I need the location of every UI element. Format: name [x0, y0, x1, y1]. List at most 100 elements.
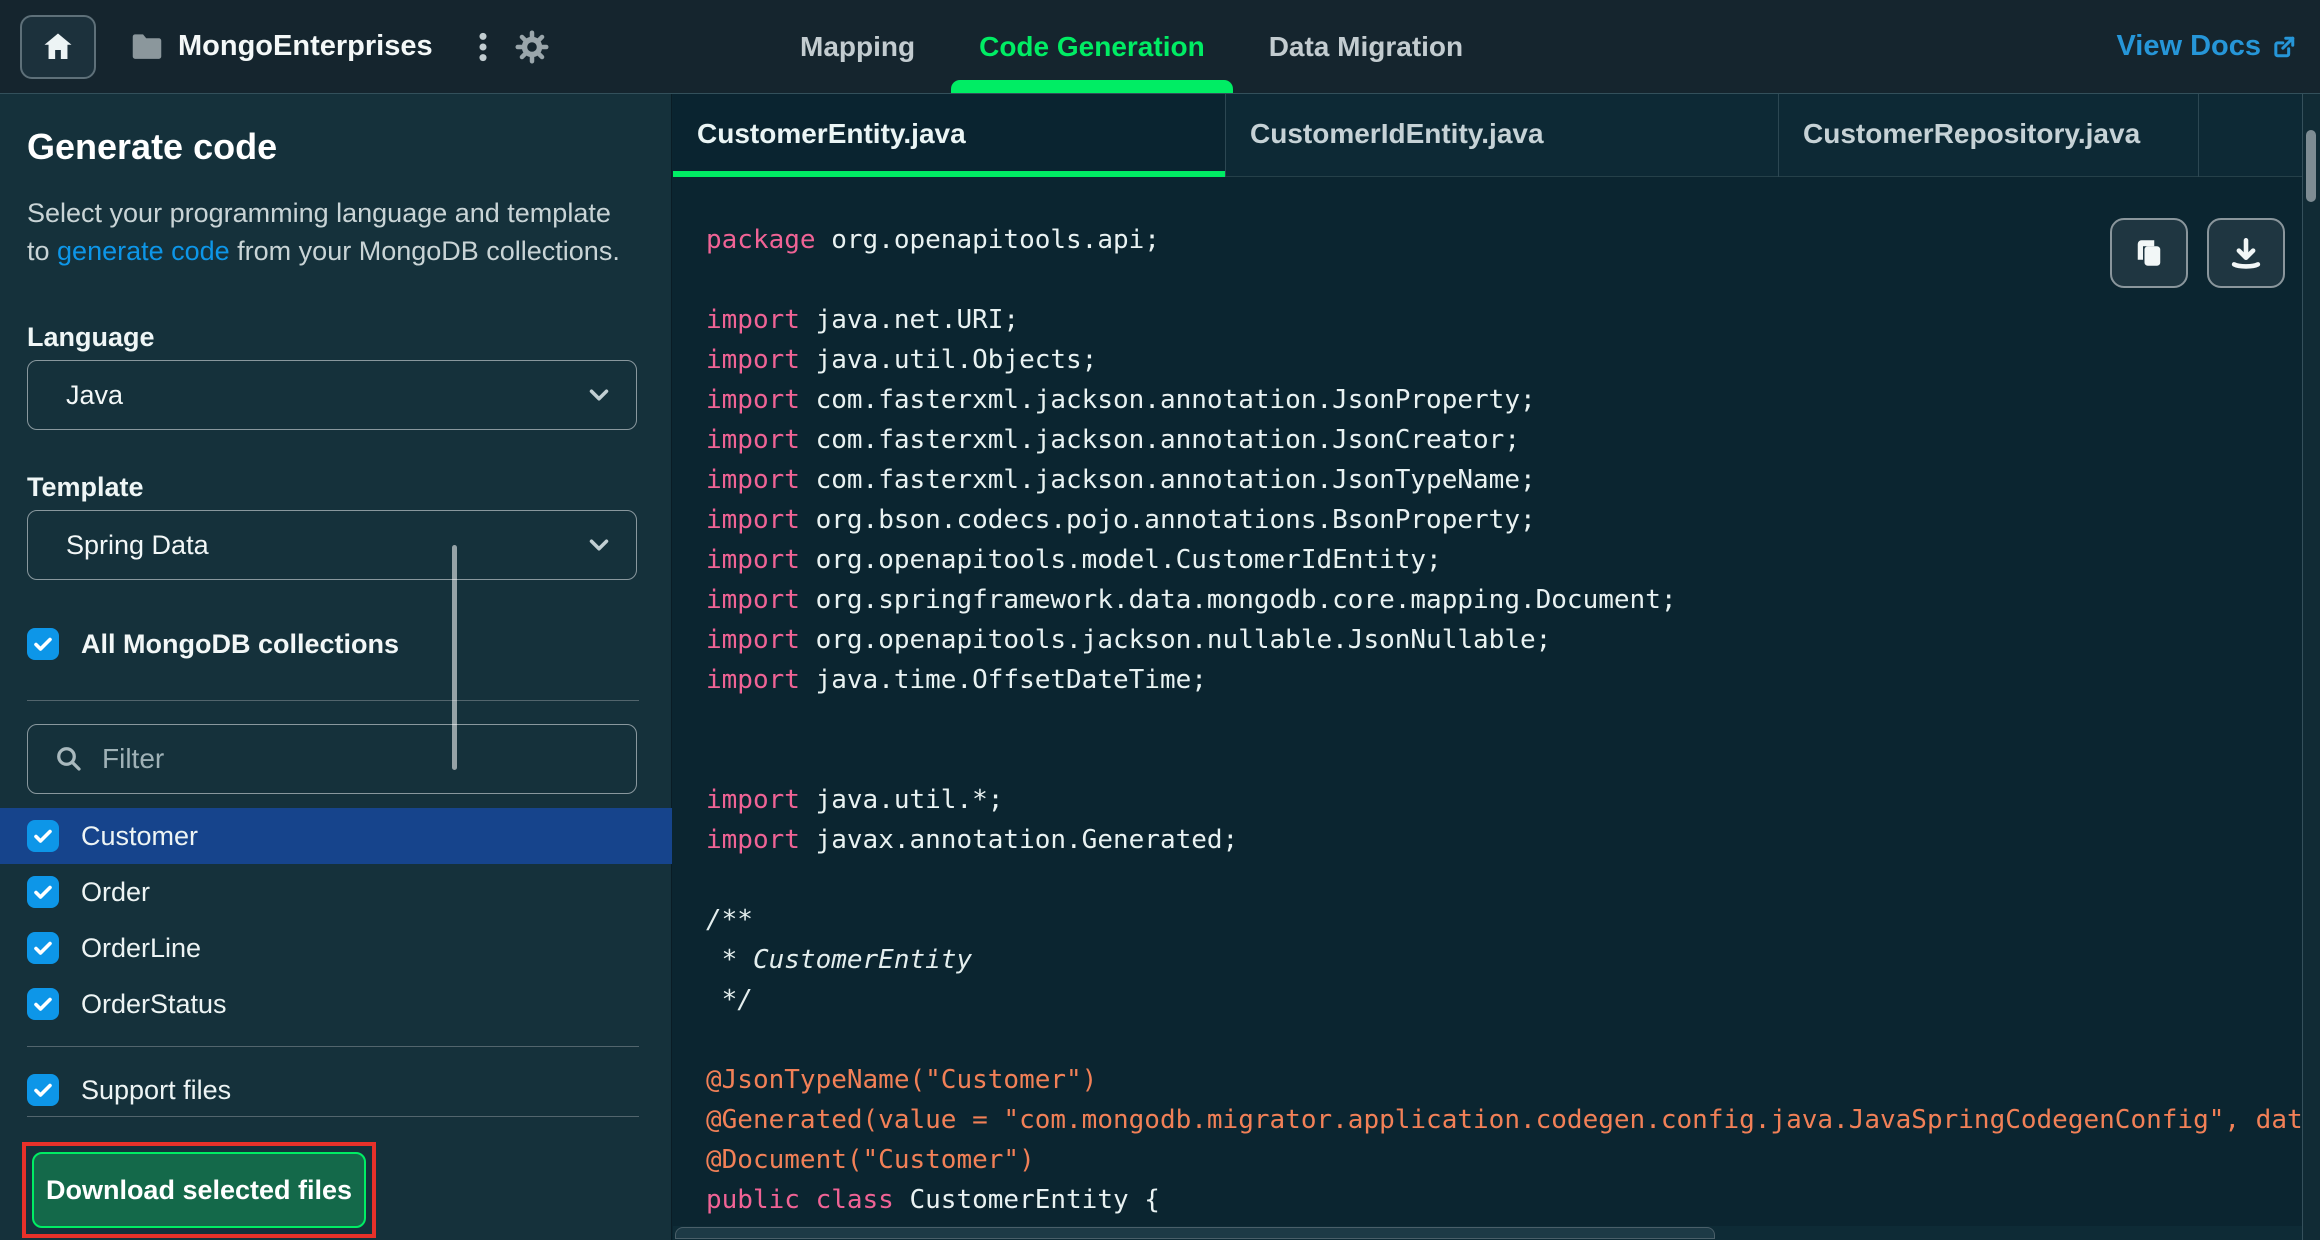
view-docs-label: View Docs — [2116, 30, 2261, 62]
kebab-icon — [479, 32, 487, 62]
view-docs-link[interactable]: View Docs — [2116, 0, 2298, 93]
code-line: * CustomerEntity — [706, 945, 973, 975]
collection-row-order[interactable]: Order — [0, 864, 672, 920]
code-block: package org.openapitools.api; import jav… — [706, 220, 2302, 1220]
copy-code-button[interactable] — [2110, 218, 2188, 288]
file-tab-bar: CustomerEntity.java CustomerIdEntity.java… — [673, 94, 2320, 177]
divider — [27, 1116, 639, 1117]
template-value: Spring Data — [66, 529, 209, 560]
support-files-row: Support files — [27, 1074, 231, 1106]
check-icon — [34, 1083, 52, 1097]
collection-row-customer[interactable]: Customer — [0, 808, 672, 864]
horizontal-scrollbar-thumb[interactable] — [675, 1227, 1715, 1239]
support-files-label: Support files — [81, 1074, 232, 1105]
main-nav-tabs: Mapping Code Generation Data Migration — [800, 0, 1463, 93]
file-tab-customerrepository-java[interactable]: CustomerRepository.java — [1779, 94, 2199, 177]
description-line2-post: from your MongoDB collections. — [229, 236, 620, 266]
gear-icon — [515, 30, 549, 64]
collection-label: OrderStatus — [81, 988, 227, 1019]
collection-checkbox[interactable] — [27, 932, 59, 964]
code-line: import java.util.*; — [706, 785, 1004, 815]
description-line2-pre: to — [27, 236, 58, 266]
home-button[interactable] — [20, 15, 96, 79]
template-select[interactable]: Spring Data — [27, 510, 637, 580]
code-line: public class CustomerEntity { — [706, 1185, 1160, 1215]
code-line: import com.fasterxml.jackson.annotation.… — [706, 385, 1536, 415]
code-line: @JsonTypeName("Customer") — [706, 1065, 1098, 1095]
file-tab-customeridentity-java[interactable]: CustomerIdEntity.java — [1226, 94, 1779, 177]
all-collections-row: All MongoDB collections — [27, 628, 399, 660]
filter-box — [27, 724, 637, 794]
support-files-checkbox[interactable] — [27, 1074, 59, 1106]
collection-label: Customer — [81, 820, 199, 851]
sidebar-scrollbar-thumb[interactable] — [452, 545, 457, 770]
folder-icon — [128, 28, 166, 66]
code-line: */ — [706, 985, 753, 1015]
kebab-menu-button[interactable] — [466, 30, 500, 64]
all-collections-label: All MongoDB collections — [81, 628, 400, 659]
code-line: import org.openapitools.jackson.nullable… — [706, 625, 1552, 655]
sidebar-title: Generate code — [27, 126, 278, 167]
download-code-button[interactable] — [2207, 218, 2285, 288]
nav-tab-data-migration[interactable]: Data Migration — [1269, 0, 1463, 93]
download-icon — [2231, 238, 2261, 269]
editor-vertical-scrollbar[interactable] — [2302, 94, 2320, 1240]
collection-label: OrderLine — [81, 932, 202, 963]
collection-label: Order — [81, 876, 151, 907]
description-line1: Select your programming language and tem… — [27, 198, 611, 228]
code-line: import org.openapitools.model.CustomerId… — [706, 545, 1442, 575]
code-line: @Generated(value = "com.mongodb.migrator… — [706, 1105, 2302, 1135]
code-line: import javax.annotation.Generated; — [706, 825, 1239, 855]
nav-tab-code-generation[interactable]: Code Generation — [951, 0, 1233, 93]
code-line: import com.fasterxml.jackson.annotation.… — [706, 465, 1536, 495]
project-name: MongoEnterprises — [178, 30, 433, 62]
code-line: import org.bson.codecs.pojo.annotations.… — [706, 505, 1536, 535]
check-icon — [34, 997, 52, 1011]
collection-row-orderstatus[interactable]: OrderStatus — [0, 976, 672, 1032]
collection-checkbox[interactable] — [27, 820, 59, 852]
collection-checkbox[interactable] — [27, 876, 59, 908]
generate-code-link[interactable]: generate code — [57, 236, 230, 266]
check-icon — [34, 885, 52, 899]
check-icon — [34, 829, 52, 843]
code-line: /** — [706, 905, 753, 935]
home-icon — [44, 33, 72, 59]
sidebar-description: Select your programming language and tem… — [27, 194, 647, 270]
chevron-down-icon — [589, 539, 609, 551]
settings-button[interactable] — [514, 29, 550, 65]
divider — [27, 1046, 639, 1047]
check-icon — [34, 941, 52, 955]
search-icon — [57, 747, 81, 771]
nav-tab-mapping[interactable]: Mapping — [800, 0, 915, 93]
code-line: import com.fasterxml.jackson.annotation.… — [706, 425, 1520, 455]
chevron-down-icon — [589, 389, 609, 401]
download-selected-files-button[interactable]: Download selected files — [32, 1152, 366, 1228]
copy-icon — [2137, 240, 2161, 266]
all-collections-checkbox[interactable] — [27, 628, 59, 660]
collection-row-orderline[interactable]: OrderLine — [0, 920, 672, 976]
code-line: import java.net.URI; — [706, 305, 1020, 335]
top-header: MongoEnterprises Mapping Code Generation D… — [0, 0, 2320, 94]
vertical-scrollbar-thumb[interactable] — [2306, 130, 2316, 202]
generate-code-sidebar: Generate code Select your programming la… — [0, 94, 672, 1240]
filter-input[interactable] — [102, 743, 616, 775]
code-line: package org.openapitools.api; — [706, 225, 1160, 255]
code-line: import java.time.OffsetDateTime; — [706, 665, 1207, 695]
language-label: Language — [27, 322, 155, 352]
code-line: @Document("Customer") — [706, 1145, 1035, 1175]
language-value: Java — [66, 379, 124, 410]
check-icon — [34, 637, 52, 651]
file-tab-customerentity-java[interactable]: CustomerEntity.java — [673, 94, 1226, 177]
collection-checkbox[interactable] — [27, 988, 59, 1020]
code-line: import org.springframework.data.mongodb.… — [706, 585, 1677, 615]
editor-horizontal-scrollbar[interactable] — [673, 1226, 2302, 1240]
app-root: { "header": { "project_name": "MongoEnte… — [0, 0, 2320, 1240]
language-select[interactable]: Java — [27, 360, 637, 430]
code-line: import java.util.Objects; — [706, 345, 1098, 375]
external-link-icon — [2274, 36, 2295, 57]
